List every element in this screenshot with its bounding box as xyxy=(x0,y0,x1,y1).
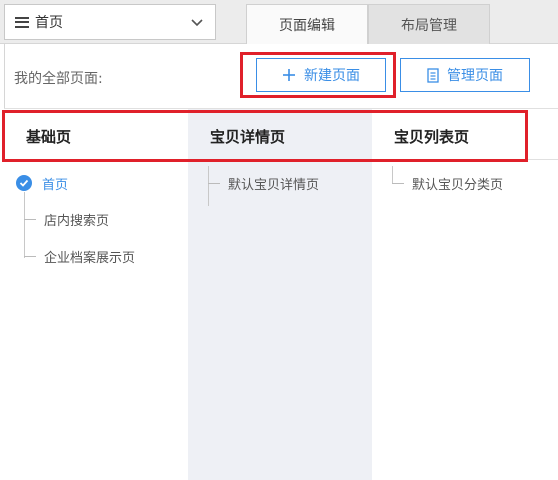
page-item-default-category[interactable]: 默认宝贝分类页 xyxy=(392,174,504,193)
all-pages-label: 我的全部页面: xyxy=(14,71,103,87)
manage-pages-button[interactable]: 管理页面 xyxy=(400,58,530,92)
page-item-label: 默认宝贝详情页 xyxy=(228,177,320,193)
column-detail xyxy=(188,108,372,480)
page-select-value: 首页 xyxy=(35,15,63,31)
tab-layout-manage[interactable]: 布局管理 xyxy=(368,4,490,44)
page-item-label: 企业档案展示页 xyxy=(44,250,136,266)
manage-pages-label: 管理页面 xyxy=(447,68,503,84)
tab-page-edit[interactable]: 页面编辑 xyxy=(246,4,368,44)
page-item-store-search[interactable]: 店内搜索页 xyxy=(24,210,110,229)
top-bar: 首页 页面编辑 布局管理 xyxy=(0,0,558,44)
page-select-dropdown[interactable]: 首页 xyxy=(4,4,216,40)
column-header-highlight-box xyxy=(2,110,528,162)
page-item-home[interactable]: 首页 xyxy=(16,174,69,193)
chevron-down-icon xyxy=(191,19,203,27)
check-circle-icon xyxy=(16,175,32,191)
page-item-company-profile[interactable]: 企业档案展示页 xyxy=(24,247,136,266)
new-page-highlight-box xyxy=(240,52,396,98)
column-basic xyxy=(4,108,188,480)
menu-icon xyxy=(15,16,29,28)
page-item-default-detail[interactable]: 默认宝贝详情页 xyxy=(208,174,320,193)
page-item-label: 默认宝贝分类页 xyxy=(412,177,504,193)
column-list xyxy=(372,108,558,480)
page-item-label: 首页 xyxy=(42,177,69,193)
page-item-label: 店内搜索页 xyxy=(44,213,110,229)
document-icon xyxy=(427,67,439,83)
